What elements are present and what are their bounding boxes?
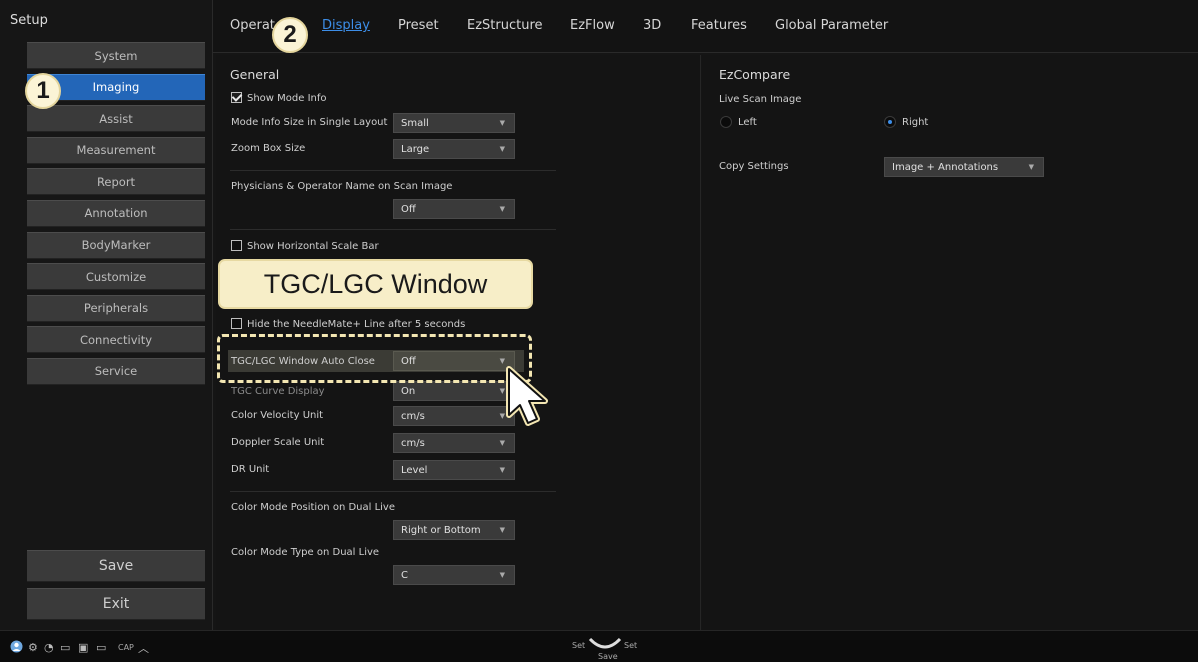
section-divider [230, 491, 556, 492]
mode-info-size-value: Small [401, 117, 429, 129]
show-mode-info-label: Show Mode Info [247, 93, 327, 104]
sidebar-item-report[interactable]: Report [27, 168, 205, 196]
setup-window: Setup System Imaging Assist Measurement … [0, 0, 1198, 662]
color-mode-position-value: Right or Bottom [401, 524, 481, 536]
tab-3d[interactable]: 3D [643, 18, 661, 33]
tab-bar: Operat Display Preset EzStructure EzFlow… [213, 0, 1198, 53]
trackball-set-left-label: Set [572, 641, 586, 650]
tab-global-parameter[interactable]: Global Parameter [775, 18, 888, 33]
color-mode-type-label: Color Mode Type on Dual Live [231, 547, 380, 558]
tab-operation[interactable]: Operat [230, 18, 275, 33]
doppler-scale-unit-label: Doppler Scale Unit [231, 437, 325, 448]
dr-unit-value: Level [401, 464, 428, 476]
dropdown-arrow-icon: ▼ [499, 526, 505, 534]
doppler-scale-unit-dropdown[interactable]: cm/s ▼ [393, 433, 515, 453]
physicians-name-value: Off [401, 203, 416, 215]
dr-unit-dropdown[interactable]: Level ▼ [393, 460, 515, 480]
dropdown-arrow-icon: ▼ [499, 119, 505, 127]
tgc-lgc-callout: TGC/LGC Window [218, 259, 533, 309]
dropdown-arrow-icon: ▼ [1028, 163, 1034, 171]
zoom-box-size-label: Zoom Box Size [231, 143, 306, 154]
physicians-name-dropdown[interactable]: Off ▼ [393, 199, 515, 219]
dr-unit-label: DR Unit [231, 464, 270, 475]
color-mode-type-dropdown[interactable]: C ▼ [393, 565, 515, 585]
network-off-icon: ▭ [60, 641, 71, 654]
tab-ezflow[interactable]: EzFlow [570, 18, 615, 33]
dropdown-arrow-icon: ▼ [499, 145, 505, 153]
sidebar-item-service[interactable]: Service [27, 357, 205, 385]
hide-needlemate-label: Hide the NeedleMate+ Line after 5 second… [247, 319, 466, 330]
section-divider [230, 170, 556, 171]
zoom-box-size-dropdown[interactable]: Large ▼ [393, 139, 515, 159]
sidebar-item-peripherals[interactable]: Peripherals [27, 294, 205, 322]
hide-needlemate-checkbox[interactable] [231, 318, 242, 329]
user-icon [10, 640, 23, 653]
dropdown-arrow-icon: ▼ [499, 571, 505, 579]
general-heading: General [230, 67, 280, 82]
show-mode-info-checkbox[interactable] [231, 91, 243, 103]
check-icon [231, 91, 243, 102]
dropdown-arrow-icon: ▼ [499, 205, 505, 213]
live-scan-left-radio[interactable] [720, 116, 732, 128]
trackball-save-label: Save [598, 652, 618, 661]
save-button[interactable]: Save [27, 550, 205, 582]
show-horizontal-scale-label: Show Horizontal Scale Bar [247, 241, 379, 252]
tab-features[interactable]: Features [691, 18, 747, 33]
tgc-curve-display-value: On [401, 385, 416, 397]
trackball-set-right-label: Set [624, 641, 638, 650]
color-mode-type-value: C [401, 569, 408, 581]
mouse-pointer-icon [506, 366, 548, 426]
ezcompare-panel [702, 55, 1198, 630]
sidebar-item-annotation[interactable]: Annotation [27, 199, 205, 227]
step-1-badge: 1 [25, 73, 61, 109]
trackball-icon [588, 637, 622, 649]
copy-settings-label: Copy Settings [719, 161, 789, 172]
live-scan-right-radio[interactable] [884, 116, 896, 128]
clock-icon: ◔ [44, 641, 54, 654]
tgc-highlight-dashed-box [217, 334, 532, 383]
live-scan-image-label: Live Scan Image [719, 94, 802, 105]
chevron-up-icon[interactable]: ︿ [138, 640, 149, 656]
sidebar-item-measurement[interactable]: Measurement [27, 136, 205, 164]
live-scan-left-label: Left [738, 117, 757, 128]
section-divider [230, 229, 556, 230]
settings-status-icon: ⚙ [28, 641, 38, 654]
sidebar-item-system[interactable]: System [27, 42, 205, 69]
physicians-name-label: Physicians & Operator Name on Scan Image [231, 181, 453, 192]
color-velocity-unit-dropdown[interactable]: cm/s ▼ [393, 406, 515, 426]
zoom-box-size-value: Large [401, 143, 430, 155]
cap-indicator: CAP [118, 643, 134, 652]
dropdown-arrow-icon: ▼ [499, 439, 505, 447]
doppler-scale-unit-value: cm/s [401, 437, 425, 449]
live-scan-right-label: Right [902, 117, 929, 128]
color-mode-position-label: Color Mode Position on Dual Live [231, 502, 396, 513]
color-velocity-unit-label: Color Velocity Unit [231, 410, 324, 421]
dvr-icon: ▣ [78, 641, 89, 654]
tab-display[interactable]: Display [322, 18, 370, 33]
exit-button[interactable]: Exit [27, 588, 205, 620]
status-bar: ⚙ ◔ ▭ ▣ ▭ CAP ︿ Set Set Save [0, 630, 1198, 662]
copy-settings-value: Image + Annotations [892, 161, 999, 173]
tab-ezstructure[interactable]: EzStructure [467, 18, 543, 33]
sidebar-item-connectivity[interactable]: Connectivity [27, 326, 205, 354]
show-horizontal-scale-checkbox[interactable] [231, 240, 242, 251]
tab-preset[interactable]: Preset [398, 18, 439, 33]
mode-info-size-label: Mode Info Size in Single Layout [231, 117, 388, 128]
usb-off-icon: ▭ [96, 641, 107, 654]
sidebar-item-assist[interactable]: Assist [27, 105, 205, 133]
sidebar-item-customize[interactable]: Customize [27, 263, 205, 291]
setup-title: Setup [10, 13, 48, 28]
mode-info-size-dropdown[interactable]: Small ▼ [393, 113, 515, 133]
sidebar-item-bodymarker[interactable]: BodyMarker [27, 231, 205, 259]
tgc-curve-display-dropdown[interactable]: On ▼ [393, 381, 515, 401]
color-velocity-unit-value: cm/s [401, 410, 425, 422]
step-2-badge: 2 [272, 17, 308, 53]
ezcompare-heading: EzCompare [719, 67, 791, 82]
color-mode-position-dropdown[interactable]: Right or Bottom ▼ [393, 520, 515, 540]
tgc-curve-display-label: TGC Curve Display [231, 386, 325, 397]
copy-settings-dropdown[interactable]: Image + Annotations ▼ [884, 157, 1044, 177]
dropdown-arrow-icon: ▼ [499, 466, 505, 474]
